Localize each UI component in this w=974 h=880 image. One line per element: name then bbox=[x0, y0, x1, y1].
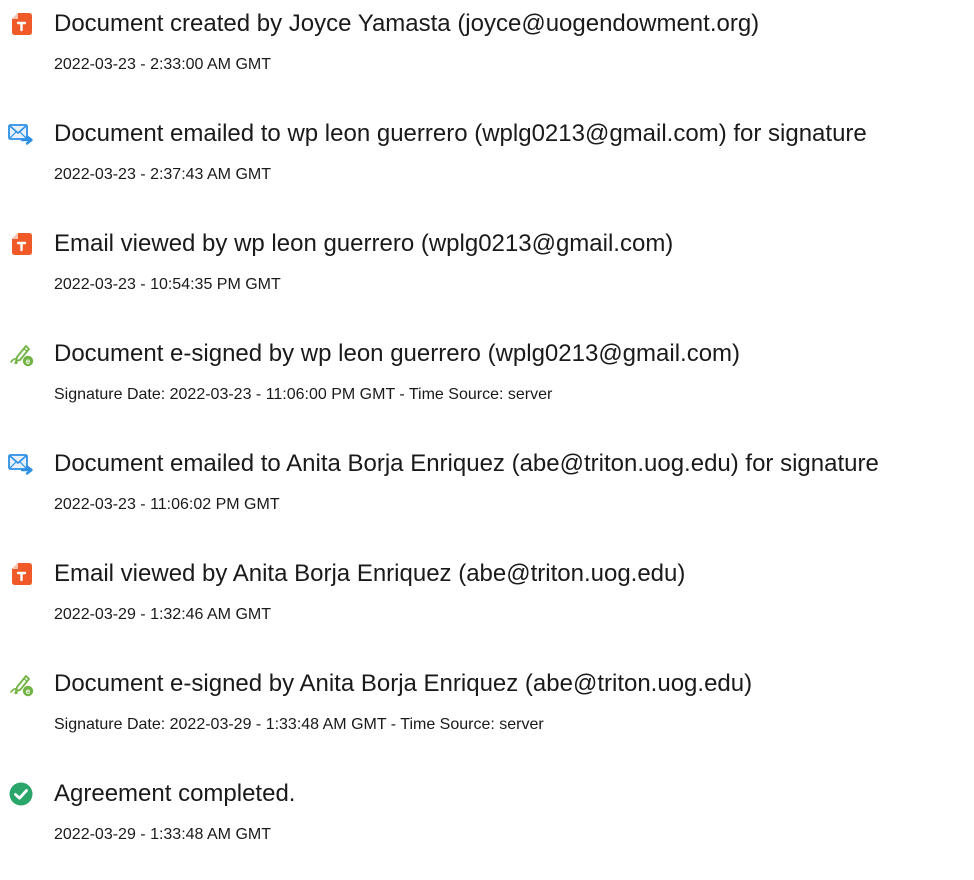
audit-history: Document created by Joyce Yamasta (joyce… bbox=[0, 0, 974, 880]
history-event: Agreement completed. 2022-03-29 - 1:33:4… bbox=[0, 770, 974, 850]
event-timestamp: 2022-03-23 - 10:54:35 PM GMT bbox=[54, 276, 281, 293]
svg-text:e: e bbox=[26, 687, 31, 696]
history-event: Document emailed to Anita Borja Enriquez… bbox=[0, 440, 974, 520]
history-event: e Document e-signed by wp leon guerrero … bbox=[0, 330, 974, 410]
esign-pen-icon: e bbox=[8, 341, 34, 367]
history-event: Document emailed to wp leon guerrero (wp… bbox=[0, 110, 974, 190]
event-title: Document created by Joyce Yamasta (joyce… bbox=[54, 10, 760, 37]
svg-text:e: e bbox=[26, 357, 31, 366]
event-timestamp: 2022-03-29 - 1:33:48 AM GMT bbox=[54, 826, 271, 843]
checkmark-circle-icon bbox=[8, 781, 34, 807]
event-timestamp: 2022-03-23 - 2:37:43 AM GMT bbox=[54, 166, 271, 183]
event-title: Document e-signed by wp leon guerrero (w… bbox=[54, 340, 741, 367]
event-timestamp: 2022-03-23 - 11:06:02 PM GMT bbox=[54, 496, 280, 513]
history-event: Email viewed by Anita Borja Enriquez (ab… bbox=[0, 550, 974, 630]
history-event: Document created by Joyce Yamasta (joyce… bbox=[0, 0, 974, 80]
event-title: Document emailed to Anita Borja Enriquez… bbox=[54, 450, 879, 477]
history-event: e Document e-signed by Anita Borja Enriq… bbox=[0, 660, 974, 740]
event-title: Email viewed by wp leon guerrero (wplg02… bbox=[54, 230, 674, 257]
event-timestamp: 2022-03-29 - 1:32:46 AM GMT bbox=[54, 606, 271, 623]
email-send-icon bbox=[8, 121, 34, 147]
history-event: Email viewed by wp leon guerrero (wplg02… bbox=[0, 220, 974, 300]
event-timestamp: Signature Date: 2022-03-23 - 11:06:00 PM… bbox=[54, 386, 553, 403]
document-icon bbox=[8, 561, 34, 587]
document-icon bbox=[8, 231, 34, 257]
document-icon bbox=[8, 11, 34, 37]
event-title: Document e-signed by Anita Borja Enrique… bbox=[54, 670, 753, 697]
event-timestamp: Signature Date: 2022-03-29 - 1:33:48 AM … bbox=[54, 716, 544, 733]
event-timestamp: 2022-03-23 - 2:33:00 AM GMT bbox=[54, 56, 271, 73]
event-title: Document emailed to wp leon guerrero (wp… bbox=[54, 120, 867, 147]
event-title: Email viewed by Anita Borja Enriquez (ab… bbox=[54, 560, 686, 587]
event-title: Agreement completed. bbox=[54, 780, 296, 807]
esign-pen-icon: e bbox=[8, 671, 34, 697]
email-send-icon bbox=[8, 451, 34, 477]
